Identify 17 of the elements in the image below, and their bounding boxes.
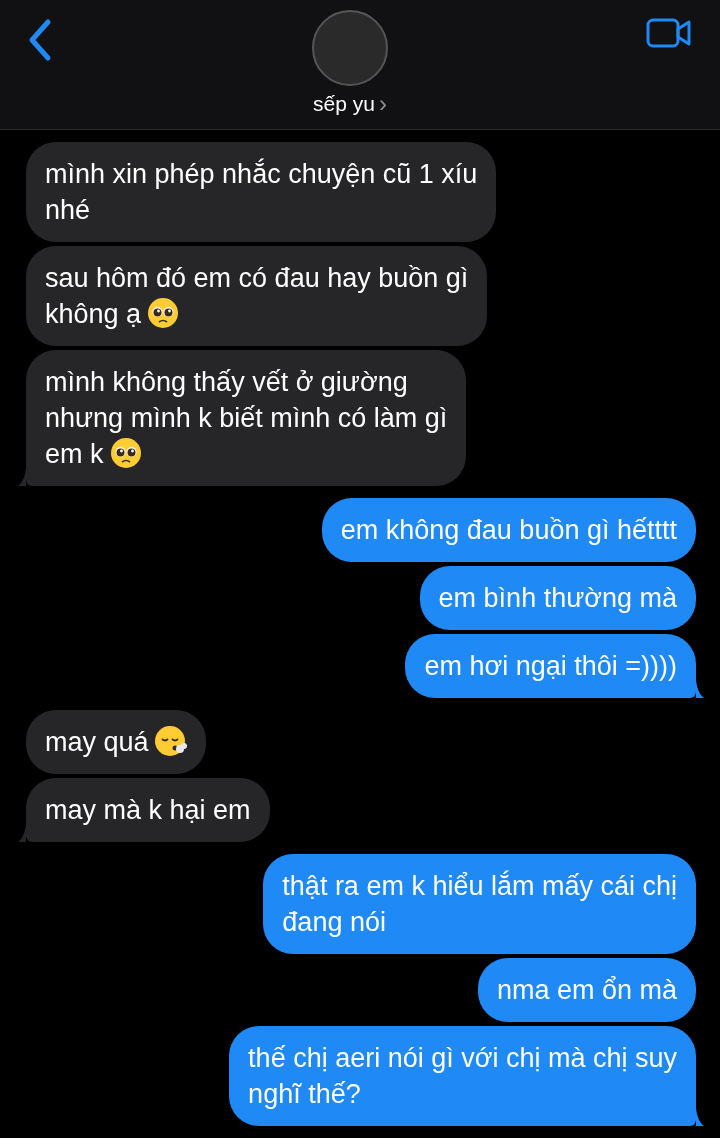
pleading-face-icon	[109, 437, 142, 469]
sent-message: em không đau buồn gì hếtttt	[321, 498, 696, 562]
contact-name[interactable]: sếp yu	[313, 92, 375, 116]
pleading-face-icon	[147, 297, 180, 329]
sent-message: em bình thường mà	[419, 566, 696, 630]
received-message: sau hôm đó em có đau hay buồn gì không ạ	[26, 246, 488, 346]
message-tail	[18, 824, 26, 842]
message-tail	[696, 1108, 704, 1126]
video-camera-icon[interactable]	[646, 18, 692, 48]
received-message: may quá	[26, 710, 206, 774]
received-message: mình xin phép nhắc chuyện cũ 1 xíu nhé	[26, 142, 497, 242]
exhaling-face-icon	[154, 725, 187, 757]
message-tail	[696, 680, 704, 698]
message-tail	[18, 468, 26, 486]
chevron-icon: ›	[378, 92, 387, 116]
sent-message: thật ra em k hiểu lắm mấy cái chị đang nói	[263, 854, 696, 954]
sent-message: nma em ổn mà	[477, 958, 696, 1022]
